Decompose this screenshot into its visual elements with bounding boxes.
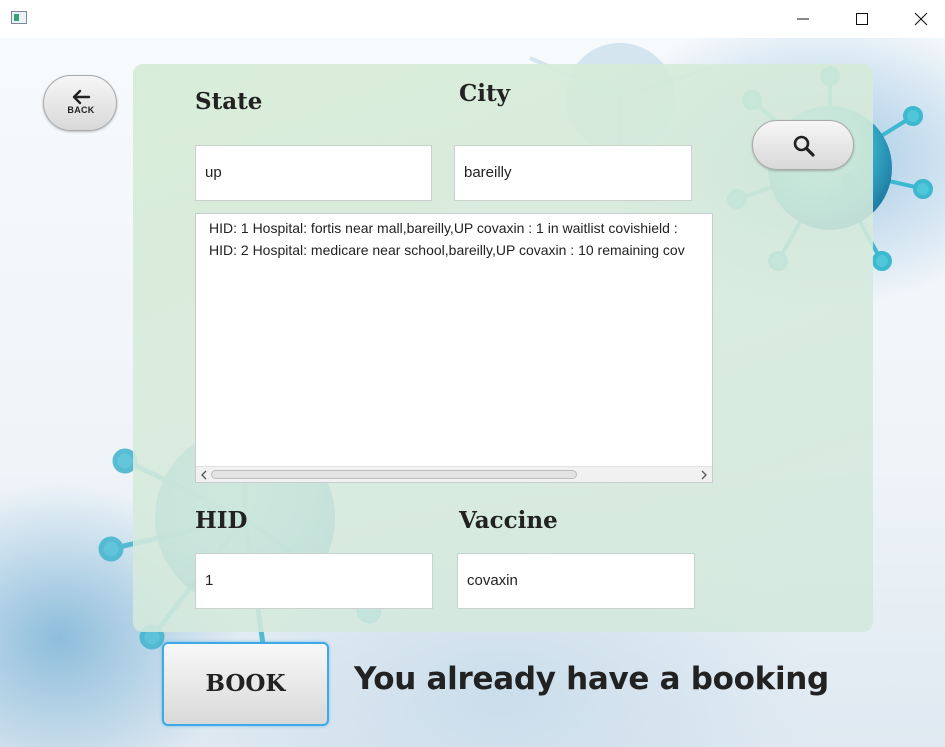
close-button[interactable] [898, 0, 944, 38]
city-label: City [459, 80, 511, 107]
result-line: HID: 2 Hospital: medicare near school,ba… [209, 242, 685, 258]
hid-input[interactable]: 1 [195, 553, 433, 609]
results-textarea[interactable]: HID: 1 Hospital: fortis near mall,bareil… [195, 213, 713, 483]
state-input[interactable]: up [195, 145, 432, 201]
back-label: BACK [67, 105, 95, 115]
hid-label: HID [195, 507, 248, 534]
vaccine-input[interactable]: covaxin [457, 553, 695, 609]
book-button[interactable]: BOOK [162, 642, 329, 726]
horizontal-scrollbar[interactable] [196, 466, 712, 482]
title-bar [0, 0, 945, 38]
close-icon [914, 12, 928, 26]
scrollbar-thumb[interactable] [211, 470, 577, 479]
search-button[interactable] [752, 120, 854, 170]
back-button[interactable]: BACK [43, 75, 117, 131]
result-line: HID: 1 Hospital: fortis near mall,bareil… [209, 220, 678, 236]
minimize-button[interactable] [780, 0, 826, 38]
minimize-icon [797, 18, 809, 20]
arrow-left-icon [72, 89, 91, 105]
scroll-left-icon[interactable] [200, 470, 208, 480]
maximize-button[interactable] [839, 0, 885, 38]
maximize-icon [856, 13, 868, 25]
city-input[interactable]: bareilly [454, 145, 692, 201]
status-message: You already have a booking [354, 661, 829, 697]
scroll-right-icon[interactable] [700, 470, 708, 480]
vaccine-label: Vaccine [459, 507, 558, 534]
app-icon [11, 11, 27, 24]
search-icon [793, 135, 815, 157]
state-label: State [195, 88, 263, 115]
